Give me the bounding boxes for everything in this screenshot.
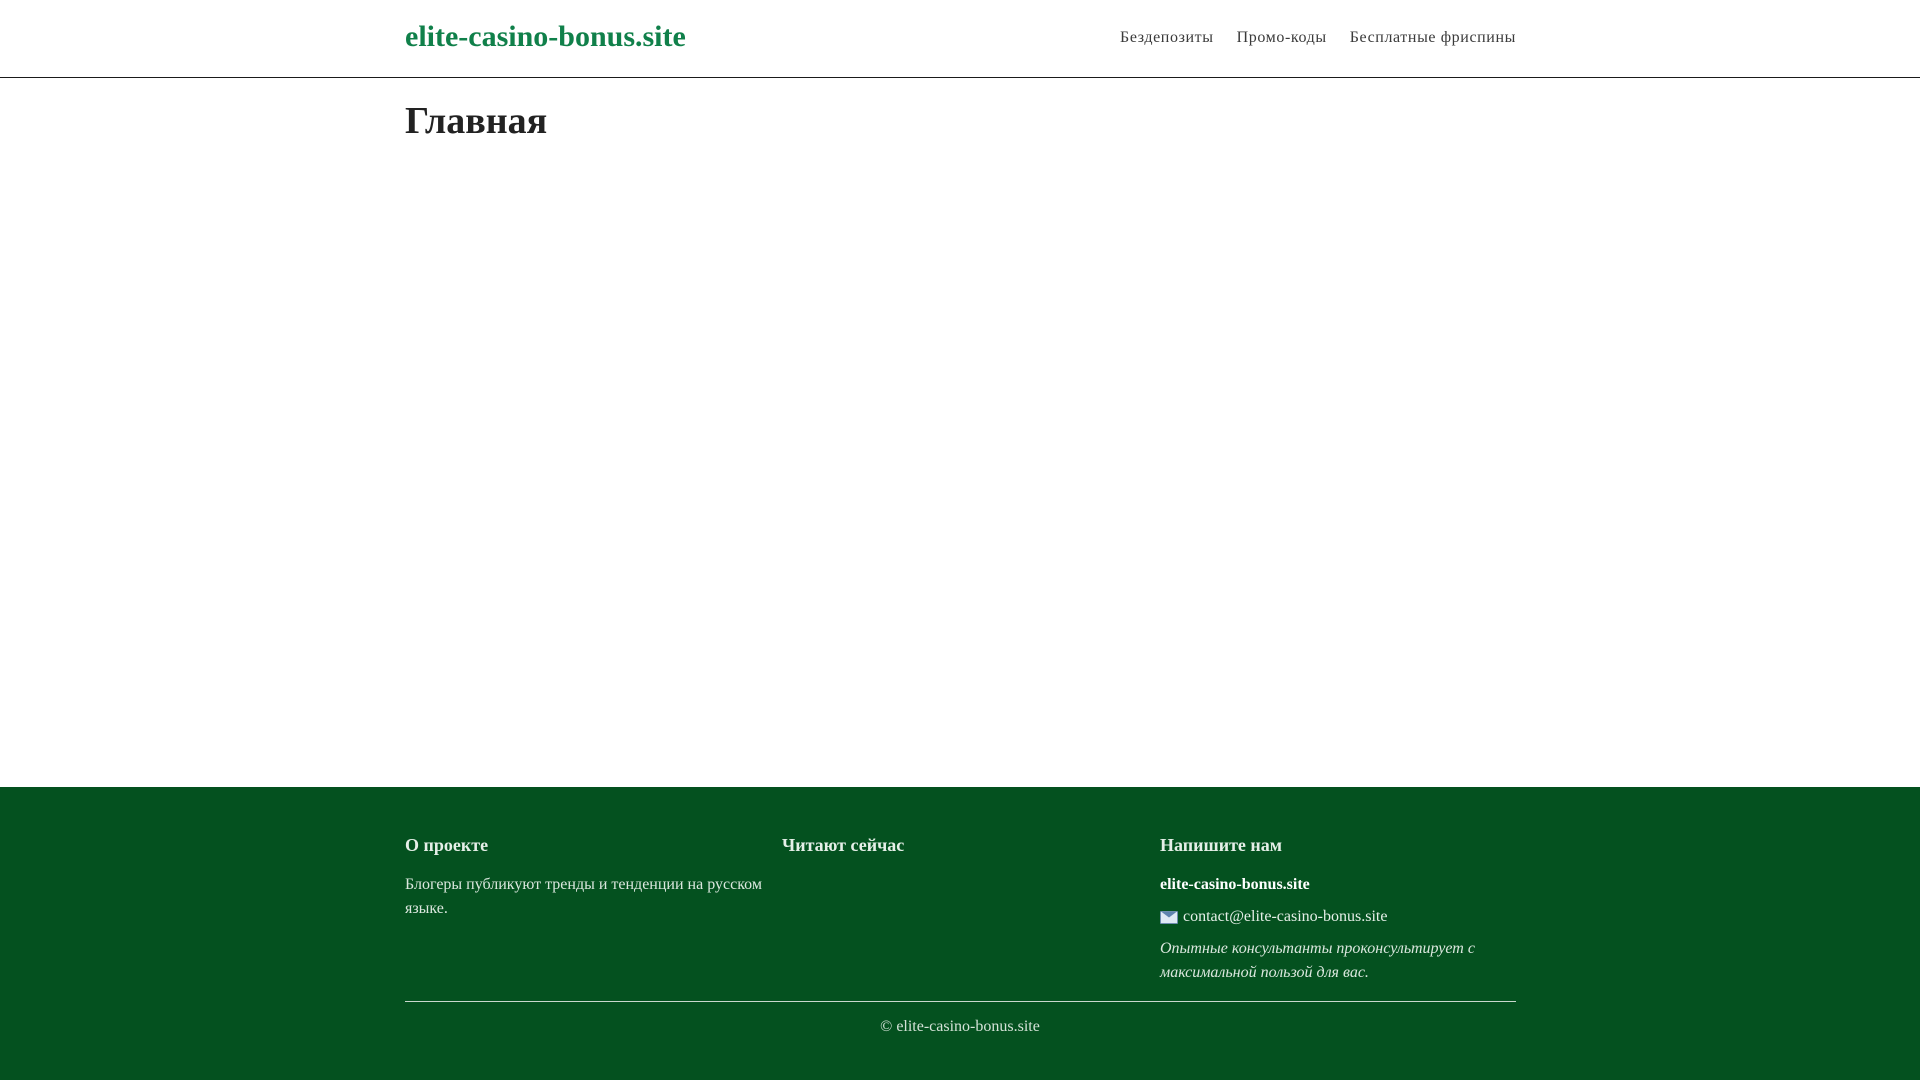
footer-contact-section: Напишите нам elite-casino-bonus.site con… <box>1160 831 1520 985</box>
footer-contact-email-text[interactable]: contact@elite-casino-bonus.site <box>1183 905 1387 929</box>
footer-about-heading: О проекте <box>405 835 489 855</box>
nav-item-promo-codes[interactable]: Промо-коды <box>1237 26 1327 50</box>
footer-reading-section: Читают сейчас <box>782 831 1142 873</box>
main-nav: Бездепозиты Промо-коды Бесплатные фриспи… <box>1120 26 1516 50</box>
footer-about-section: О проекте Блогеры публикуют тренды и тен… <box>405 831 765 921</box>
footer-copyright: © elite-casino-bonus.site <box>880 1018 1040 1035</box>
site-header: elite-casino-bonus.site Бездепозиты Пром… <box>0 0 1920 78</box>
site-footer: О проекте Блогеры публикуют тренды и тен… <box>0 787 1920 1080</box>
page-title: Главная <box>405 100 548 142</box>
footer-contact-email[interactable]: contact@elite-casino-bonus.site <box>1160 905 1520 929</box>
footer-contact-site: elite-casino-bonus.site <box>1160 876 1310 893</box>
nav-item-free-spins[interactable]: Бесплатные фриспины <box>1350 26 1516 50</box>
nav-item-no-deposit[interactable]: Бездепозиты <box>1120 26 1214 50</box>
envelope-icon <box>1160 910 1178 924</box>
footer-contact-heading: Напишите нам <box>1160 835 1283 855</box>
site-title-link[interactable]: elite-casino-bonus.site <box>405 17 686 57</box>
footer-reading-heading: Читают сейчас <box>782 835 905 855</box>
footer-divider <box>405 1001 1516 1002</box>
footer-contact-note: Опытные консультанты проконсультирует с … <box>1160 940 1475 981</box>
footer-about-text: Блогеры публикуют тренды и тенденции на … <box>405 876 762 917</box>
